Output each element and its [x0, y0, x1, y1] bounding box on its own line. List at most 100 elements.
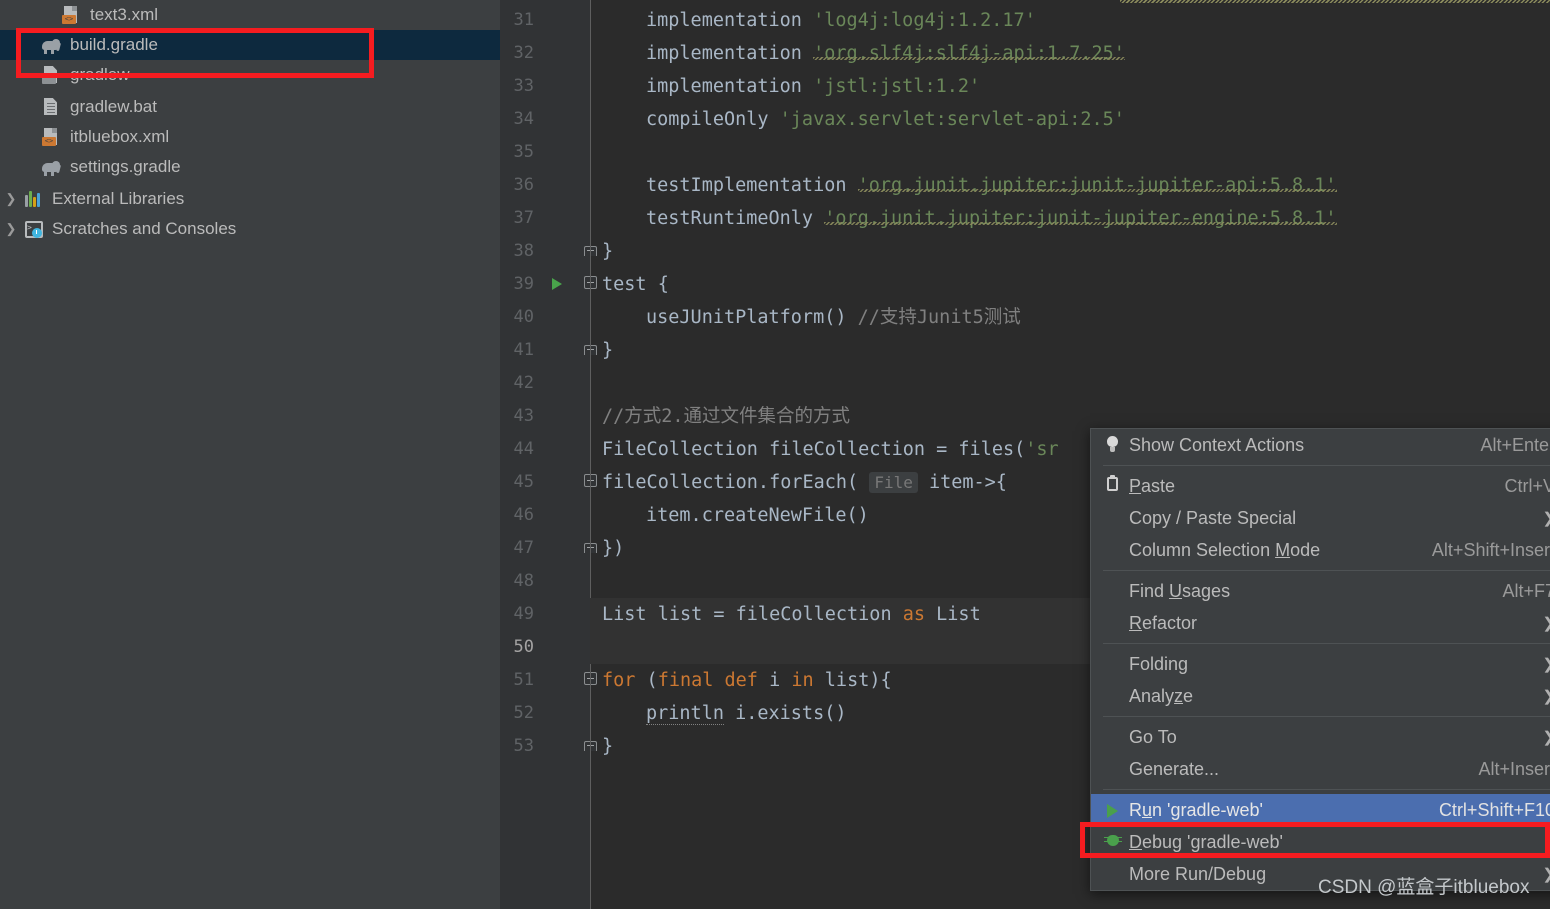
code-token: List list = fileCollection [602, 604, 903, 625]
menu-item-analyze[interactable]: Analyze ❯ [1091, 680, 1550, 712]
code-line[interactable] [590, 565, 602, 598]
watermark-text: CSDN @蓝盒子itbluebox [1318, 877, 1530, 898]
tree-item-scratches-and-consoles[interactable]: ❯ > Scratches and Consoles [0, 214, 500, 244]
chevron-right-icon[interactable]: ❯ [0, 221, 22, 237]
code-token: i [757, 670, 792, 691]
tree-item-text3-xml[interactable]: <> text3.xml [0, 0, 500, 30]
code-token: item.createNewFile() [646, 505, 869, 526]
line-number: 38 [513, 241, 534, 261]
line-number: 42 [513, 373, 534, 393]
lightbulb-icon [1103, 435, 1129, 455]
tree-item-label: settings.gradle [70, 156, 181, 176]
code-token: } [602, 241, 614, 262]
code-line[interactable]: fileCollection.forEach( File item->{ [590, 466, 1007, 499]
code-token: 'log4j:log4j:1.2.17' [813, 10, 1036, 31]
menu-item-debug-gradle-web[interactable]: Debug 'gradle-web' [1091, 826, 1550, 858]
gradle-file-icon [40, 34, 62, 56]
code-line[interactable]: println i.exists() [590, 697, 847, 730]
menu-item-paste[interactable]: Paste Ctrl+V [1091, 470, 1550, 502]
tree-item-label: text3.xml [90, 4, 159, 24]
code-token: File [869, 472, 918, 493]
menu-item-show-context-actions[interactable]: Show Context Actions Alt+Enter [1091, 429, 1550, 461]
menu-separator [1103, 716, 1550, 717]
code-token: 'org.junit.jupiter:junit-jupiter-engine:… [824, 208, 1337, 229]
line-number: 40 [513, 307, 534, 327]
code-line[interactable]: test { [590, 268, 669, 301]
menu-item-refactor[interactable]: Refactor ❯ [1091, 607, 1550, 639]
line-number: 51 [513, 670, 534, 690]
code-line[interactable]: implementation 'log4j:log4j:1.2.17' [590, 4, 1036, 37]
menu-item-label: Show Context Actions [1129, 434, 1305, 455]
code-line[interactable]: testRuntimeOnly 'org.junit.jupiter:junit… [590, 202, 1337, 235]
code-token: item->{ [917, 472, 1007, 493]
menu-item-folding[interactable]: Folding ❯ [1091, 648, 1550, 680]
code-token: compileOnly [646, 109, 780, 130]
menu-item-label: Find Usages [1129, 580, 1231, 601]
tree-item-build-gradle[interactable]: build.gradle [0, 30, 500, 60]
code-line[interactable]: testImplementation 'org.junit.jupiter:ju… [590, 169, 1337, 202]
xml-file-icon: <> [60, 4, 82, 26]
code-line[interactable] [590, 136, 602, 169]
menu-item-column-selection-mode[interactable]: Column Selection Mode Alt+Shift+Insert [1091, 534, 1550, 566]
line-number: 45 [513, 472, 534, 492]
warning-squiggle-icon [1120, 0, 1550, 3]
code-line[interactable]: implementation 'org.slf4j:slf4j-api:1.7.… [590, 37, 1125, 70]
tree-item-label: Scratches and Consoles [52, 218, 237, 238]
code-token: testRuntimeOnly [646, 208, 825, 229]
line-number: 53 [513, 736, 534, 756]
code-token: in [791, 670, 814, 691]
editor-context-menu[interactable]: Show Context Actions Alt+Enter Paste Ctrl+V… [1090, 428, 1550, 891]
code-line[interactable]: }) [590, 532, 624, 565]
code-token: 'org.slf4j:slf4j-api:1.7.25' [813, 43, 1125, 64]
line-number: 48 [513, 571, 534, 591]
menu-item-run-gradle-web[interactable]: Run 'gradle-web' Ctrl+Shift+F10 [1091, 794, 1550, 826]
tree-item-settings-gradle[interactable]: settings.gradle [0, 152, 500, 182]
code-line[interactable]: } [590, 235, 613, 268]
code-line[interactable] [590, 367, 602, 400]
editor-gutter[interactable]: 31 32 33 34 35 36 37 38 39 40 41 42 43 44 45 46 47 48 49 50… [500, 0, 597, 909]
tree-item-label: itbluebox.xml [70, 126, 170, 146]
code-token: as [902, 604, 926, 625]
code-token: implementation [646, 76, 814, 97]
code-line[interactable]: for (final def i in list){ [590, 664, 892, 697]
run-gutter-icon[interactable] [550, 268, 564, 301]
code-token: useJUnitPlatform() [646, 307, 858, 328]
chevron-right-icon: ❯ [1528, 865, 1550, 883]
code-token: test { [602, 274, 669, 295]
chevron-right-icon[interactable]: ❯ [0, 191, 22, 207]
code-token: implementation [646, 10, 814, 31]
code-line[interactable]: } [590, 730, 613, 763]
menu-item-label: Paste [1129, 475, 1176, 496]
menu-item-shortcut: Alt+Enter [1480, 434, 1550, 455]
tree-item-itbluebox-xml[interactable]: <> itbluebox.xml [0, 122, 500, 152]
code-line[interactable]: //方式2.通过文件集合的方式 [590, 400, 850, 433]
menu-item-go-to[interactable]: Go To ❯ [1091, 721, 1550, 753]
line-number: 41 [513, 340, 534, 360]
chevron-right-icon: ❯ [1528, 728, 1550, 746]
code-line[interactable]: item.createNewFile() [590, 499, 869, 532]
code-line[interactable]: implementation 'jstl:jstl:1.2' [590, 70, 980, 103]
menu-item-shortcut: Ctrl+V [1504, 475, 1550, 496]
code-line[interactable]: } [590, 334, 613, 367]
debug-bug-icon [1103, 832, 1129, 852]
scratches-icon: > [22, 218, 44, 240]
code-token: //支持Junit5测试 [857, 307, 1021, 328]
menu-separator [1103, 465, 1550, 466]
tree-item-label: gradlew [70, 64, 130, 84]
menu-item-generate[interactable]: Generate... Alt+Insert [1091, 753, 1550, 785]
menu-item-find-usages[interactable]: Find Usages Alt+F7 [1091, 575, 1550, 607]
code-line[interactable]: compileOnly 'javax.servlet:servlet-api:2… [590, 103, 1125, 136]
menu-item-copy-paste-special[interactable]: Copy / Paste Special ❯ [1091, 502, 1550, 534]
code-token: }) [602, 538, 625, 559]
code-line[interactable]: useJUnitPlatform() //支持Junit5测试 [590, 301, 1021, 334]
code-line[interactable]: FileCollection fileCollection = files('s… [590, 433, 1059, 466]
menu-item-label: Column Selection Mode [1129, 539, 1321, 560]
tree-item-external-libraries[interactable]: ❯ External Libraries [0, 184, 500, 214]
tree-item-gradlew[interactable]: gradlew [0, 60, 500, 90]
project-tree-panel[interactable]: <> text3.xml build.gradle gradlew gradlew.ba… [0, 0, 500, 909]
line-number: 39 [513, 274, 534, 294]
line-number: 31 [513, 10, 534, 30]
tree-item-gradlew-bat[interactable]: gradlew.bat [0, 92, 500, 122]
code-token: FileCollection fileCollection = files( [602, 439, 1026, 460]
code-token: testImplementation [646, 175, 858, 196]
